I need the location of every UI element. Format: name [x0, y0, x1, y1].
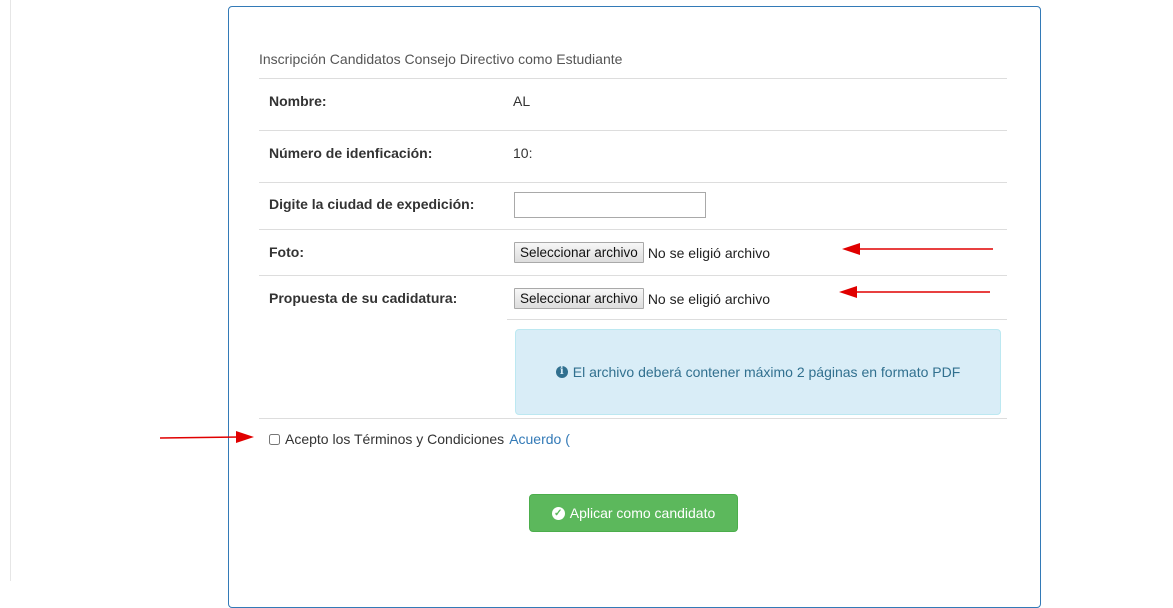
photo-file-input[interactable]: Seleccionar archivo No se eligió archivo — [514, 242, 770, 263]
accept-terms-checkbox[interactable] — [269, 433, 280, 445]
form-heading: Inscripción Candidatos Consejo Directivo… — [259, 51, 623, 67]
pdf-info-text: El archivo deberá contener máximo 2 pági… — [572, 364, 961, 380]
annotation-arrow-proposal — [839, 286, 990, 298]
divider — [259, 418, 1007, 419]
proposal-file-input[interactable]: Seleccionar archivo No se eligió archivo — [514, 288, 770, 309]
divider — [259, 275, 1007, 276]
annotation-arrow-photo — [842, 243, 993, 255]
id-value: 10: — [513, 145, 533, 161]
divider — [507, 319, 1007, 320]
city-input[interactable] — [514, 192, 706, 218]
terms-agreement-link[interactable]: Acuerdo ( — [509, 431, 570, 447]
city-label: Digite la ciudad de expedición: — [269, 196, 475, 212]
name-label: Nombre: — [269, 93, 327, 109]
id-label: Número de idenficación: — [269, 145, 433, 161]
pdf-info-alert: i El archivo deberá contener máximo 2 pá… — [515, 329, 1001, 415]
terms-row: Acepto los Términos y Condiciones Acuerd… — [269, 431, 570, 447]
name-value: AL — [513, 93, 531, 109]
proposal-label: Propuesta de su cadidatura: — [269, 290, 458, 306]
divider — [259, 130, 1007, 131]
apply-candidate-button[interactable]: ✓ Aplicar como candidato — [529, 494, 738, 532]
proposal-select-file-button[interactable]: Seleccionar archivo — [514, 288, 644, 309]
page-left-border — [10, 0, 11, 581]
registration-panel: Inscripción Candidatos Consejo Directivo… — [228, 6, 1041, 608]
info-circle-icon: i — [555, 366, 568, 378]
check-circle-icon: ✓ — [551, 506, 565, 520]
divider — [259, 78, 1007, 79]
photo-select-file-button[interactable]: Seleccionar archivo — [514, 242, 644, 263]
proposal-file-status: No se eligió archivo — [647, 290, 770, 307]
annotation-arrow-terms — [159, 431, 254, 443]
apply-candidate-label: Aplicar como candidato — [569, 505, 716, 521]
photo-file-status: No se eligió archivo — [647, 244, 770, 261]
photo-label: Foto: — [269, 244, 304, 260]
divider — [259, 229, 1007, 230]
divider — [259, 182, 1007, 183]
terms-text: Acepto los Términos y Condiciones — [285, 431, 505, 447]
